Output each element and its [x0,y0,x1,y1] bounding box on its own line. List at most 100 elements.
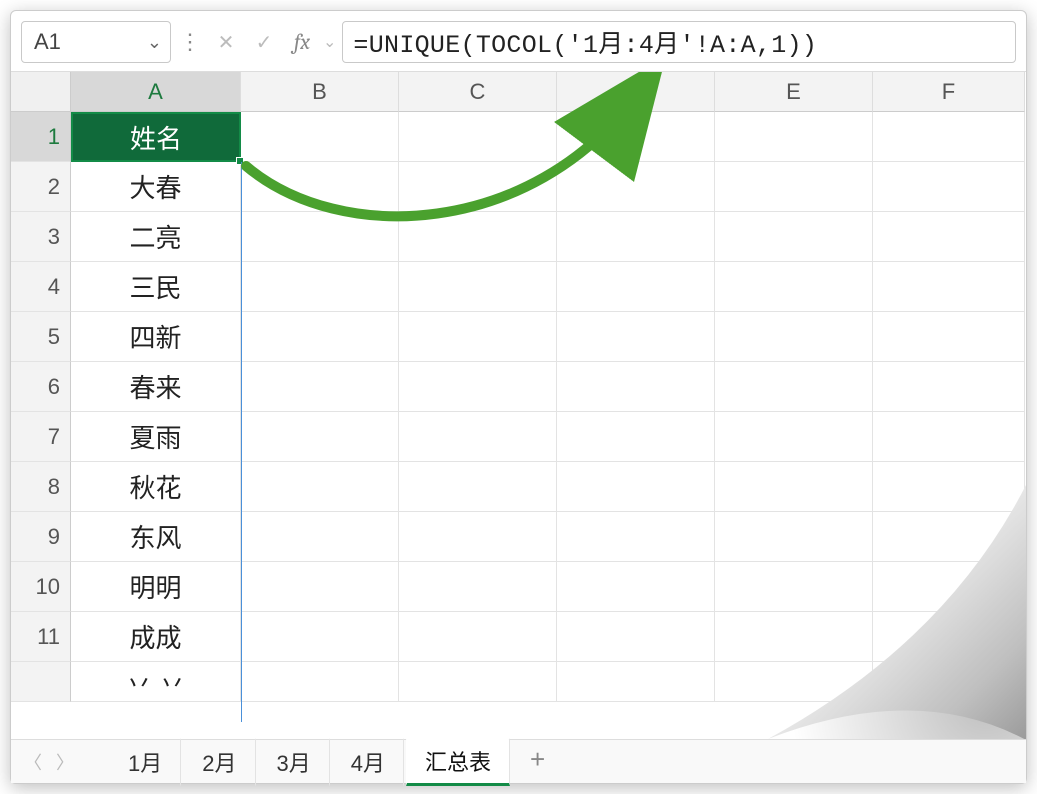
cell-C7[interactable] [399,412,557,462]
row-header-11[interactable]: 11 [11,612,71,662]
cell-F1[interactable] [873,112,1025,162]
cell-F11[interactable] [873,612,1025,662]
column-header-C[interactable]: C [399,72,557,112]
cell-C4[interactable] [399,262,557,312]
column-header-F[interactable]: F [873,72,1025,112]
cell-C5[interactable] [399,312,557,362]
chevron-down-icon[interactable]: ⌄ [147,32,162,53]
cell-E9[interactable] [715,512,873,562]
cell-E12-partial[interactable] [715,662,873,702]
column-header-B[interactable]: B [241,72,399,112]
column-header-D[interactable]: D [557,72,715,112]
tab-prev-button[interactable]: 〈 [19,748,47,776]
cell-D6[interactable] [557,362,715,412]
cell-B5[interactable] [241,312,399,362]
tab-next-button[interactable]: 〉 [51,748,79,776]
row-header-5[interactable]: 5 [11,312,71,362]
cell-E5[interactable] [715,312,873,362]
select-all-corner[interactable] [11,72,71,112]
cell-E10[interactable] [715,562,873,612]
sheet-tab-4[interactable]: 汇总表 [406,738,510,786]
cell-D5[interactable] [557,312,715,362]
name-box[interactable]: A1 ⌄ [21,21,171,63]
cell-E4[interactable] [715,262,873,312]
cell-F8[interactable] [873,462,1025,512]
cell-D7[interactable] [557,412,715,462]
cell-B3[interactable] [241,212,399,262]
cell-B10[interactable] [241,562,399,612]
chevron-down-icon[interactable]: ⌄ [323,32,336,52]
column-header-E[interactable]: E [715,72,873,112]
row-header-7[interactable]: 7 [11,412,71,462]
cell-E11[interactable] [715,612,873,662]
cell-A2[interactable]: 大春 [71,162,241,212]
add-sheet-button[interactable]: + [512,738,563,786]
cell-E6[interactable] [715,362,873,412]
sheet-tab-0[interactable]: 1月 [109,738,181,786]
cell-B2[interactable] [241,162,399,212]
cell-F12-partial[interactable] [873,662,1025,702]
cell-A10[interactable]: 明明 [71,562,241,612]
cell-F10[interactable] [873,562,1025,612]
cell-B7[interactable] [241,412,399,462]
cell-C12-partial[interactable] [399,662,557,702]
accept-formula-button[interactable]: ✓ [247,23,281,61]
cell-E7[interactable] [715,412,873,462]
cell-D1[interactable] [557,112,715,162]
cell-A1[interactable]: 姓名 [71,112,241,162]
cell-C8[interactable] [399,462,557,512]
cell-C9[interactable] [399,512,557,562]
cell-A7[interactable]: 夏雨 [71,412,241,462]
cell-A11[interactable]: 成成 [71,612,241,662]
insert-function-button[interactable]: fx [285,23,319,61]
cell-B6[interactable] [241,362,399,412]
cell-B1[interactable] [241,112,399,162]
cell-F5[interactable] [873,312,1025,362]
row-header-partial[interactable] [11,662,71,702]
cell-A5[interactable]: 四新 [71,312,241,362]
cell-F7[interactable] [873,412,1025,462]
cell-F6[interactable] [873,362,1025,412]
cell-A8[interactable]: 秋花 [71,462,241,512]
cell-C11[interactable] [399,612,557,662]
cell-A4[interactable]: 三民 [71,262,241,312]
cell-E8[interactable] [715,462,873,512]
sheet-tab-1[interactable]: 2月 [183,738,255,786]
sheet-tab-3[interactable]: 4月 [332,738,404,786]
cell-B11[interactable] [241,612,399,662]
cell-E2[interactable] [715,162,873,212]
cell-F2[interactable] [873,162,1025,212]
cell-E1[interactable] [715,112,873,162]
row-header-3[interactable]: 3 [11,212,71,262]
formula-input[interactable]: =UNIQUE(TOCOL('1月:4月'!A:A,1)) [342,21,1016,63]
cell-D2[interactable] [557,162,715,212]
cell-D8[interactable] [557,462,715,512]
cell-C1[interactable] [399,112,557,162]
cell-C2[interactable] [399,162,557,212]
row-header-1[interactable]: 1 [11,112,71,162]
row-header-6[interactable]: 6 [11,362,71,412]
row-header-8[interactable]: 8 [11,462,71,512]
cell-B12-partial[interactable] [241,662,399,702]
column-header-A[interactable]: A [71,72,241,112]
row-header-10[interactable]: 10 [11,562,71,612]
cell-D12-partial[interactable] [557,662,715,702]
cell-F4[interactable] [873,262,1025,312]
cell-B8[interactable] [241,462,399,512]
cell-D11[interactable] [557,612,715,662]
cell-F3[interactable] [873,212,1025,262]
row-header-4[interactable]: 4 [11,262,71,312]
cell-C3[interactable] [399,212,557,262]
cell-grid[interactable]: 姓名 大春 二亮 [71,112,1025,702]
cancel-formula-button[interactable]: ✕ [209,23,243,61]
cell-D4[interactable] [557,262,715,312]
cell-A6[interactable]: 春来 [71,362,241,412]
cell-E3[interactable] [715,212,873,262]
row-header-2[interactable]: 2 [11,162,71,212]
cell-D3[interactable] [557,212,715,262]
cell-C6[interactable] [399,362,557,412]
cell-B9[interactable] [241,512,399,562]
cell-A9[interactable]: 东风 [71,512,241,562]
cell-D9[interactable] [557,512,715,562]
cell-D10[interactable] [557,562,715,612]
